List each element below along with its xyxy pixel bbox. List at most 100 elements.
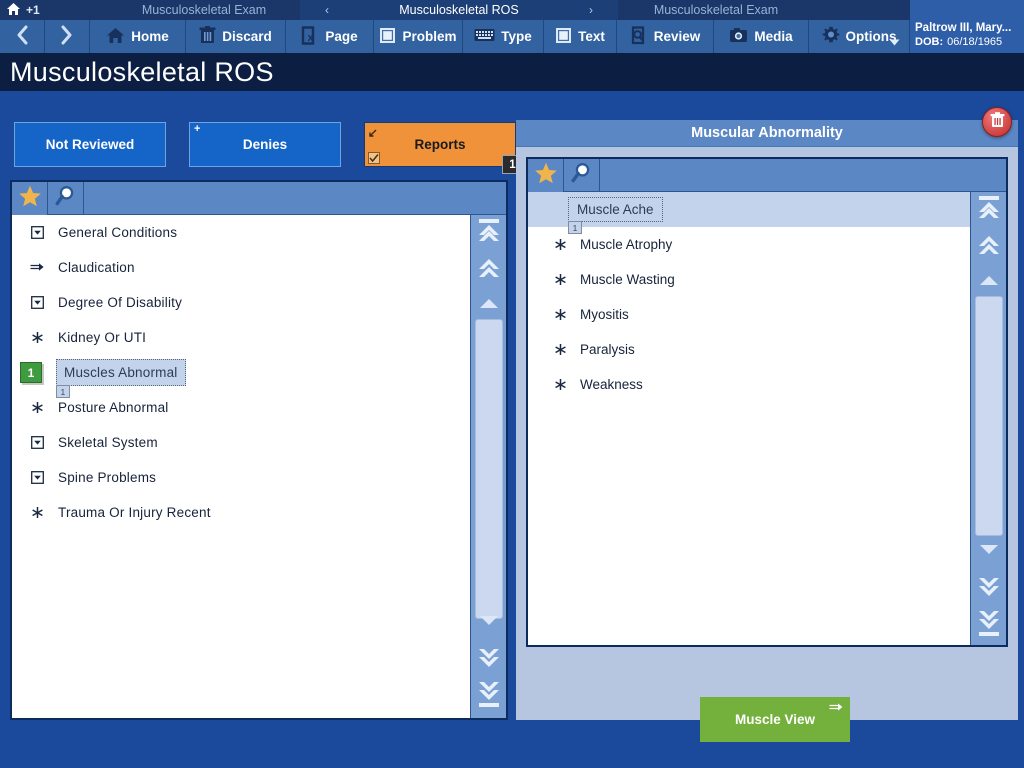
list-item[interactable]: Muscle Atrophy (528, 227, 970, 262)
list-item[interactable]: Muscle Wasting (528, 262, 970, 297)
scroll-page-down-button[interactable] (471, 644, 507, 670)
toolbar-label: Home (131, 29, 169, 44)
patient-dob-value: 06/18/1965 (947, 36, 1003, 48)
patient-dob-label: DOB: (915, 36, 944, 48)
favorites-star-button[interactable] (528, 159, 564, 192)
document-icon (555, 27, 572, 47)
search-button[interactable] (48, 182, 84, 215)
list-item[interactable]: Weakness (528, 367, 970, 402)
dropdown-box-icon (26, 296, 48, 309)
list-item[interactable]: Paralysis (528, 332, 970, 367)
list-item[interactable]: Spine Problems (12, 460, 470, 495)
favorites-star-icon (534, 162, 558, 190)
scroll-to-top-button[interactable] (471, 217, 507, 247)
application-window: +1 Musculoskeletal Exam ‹ Musculoskeleta… (0, 0, 1024, 768)
scroll-down-button[interactable] (471, 610, 507, 630)
home-breadcrumb[interactable]: +1 (0, 0, 108, 20)
scrollbar-thumb[interactable] (475, 319, 503, 619)
list-item[interactable]: Skeletal System (12, 425, 470, 460)
asterisk-icon (26, 331, 48, 344)
svg-text:x: x (308, 32, 315, 44)
trash-icon (199, 26, 216, 47)
patient-info-panel[interactable]: Paltrow III, Mary... DOB: 06/18/1965 (910, 20, 1024, 53)
breadcrumb-next-arrow[interactable]: › (564, 0, 618, 20)
list-item-label: Spine Problems (58, 470, 157, 485)
list-item-label: Myositis (580, 307, 629, 322)
left-list-body: General Conditions Claudication Degree O… (12, 215, 506, 718)
list-item[interactable]: Kidney Or UTI (12, 320, 470, 355)
list-item-label: General Conditions (58, 225, 178, 240)
chevron-down-icon[interactable] (889, 34, 900, 49)
chevron-right-icon (60, 25, 74, 48)
toolbar-label: Review (653, 29, 701, 44)
toolbar-button-problem[interactable]: Problem (374, 20, 463, 53)
scroll-page-up-button[interactable] (971, 234, 1007, 260)
tab-label: Reports (414, 137, 466, 152)
asterisk-icon (26, 401, 48, 414)
list-item[interactable]: Trauma Or Injury Recent (12, 495, 470, 530)
scroll-up-button[interactable] (971, 270, 1007, 290)
scrollbar-thumb[interactable] (975, 296, 1003, 536)
symptom-list: Muscle Ache 1 Muscle Atrophy Muscle Wast… (528, 192, 970, 645)
left-list-toolstrip (12, 182, 506, 215)
search-button[interactable] (564, 159, 600, 192)
tab-denies[interactable]: + Denies (189, 122, 341, 167)
scroll-page-down-button[interactable] (971, 573, 1007, 599)
scroll-to-bottom-button[interactable] (471, 680, 507, 710)
breadcrumb-bar: +1 Musculoskeletal Exam ‹ Musculoskeleta… (0, 0, 1024, 20)
list-item[interactable]: Claudication (12, 250, 470, 285)
trash-icon (990, 111, 1005, 133)
main-toolbar: Home Discard x Page Problem Type Text Re… (0, 20, 910, 53)
toolbar-button-media[interactable]: Media (714, 20, 809, 53)
status-tab-group: Not Reviewed + Denies Reports 1 (14, 122, 523, 174)
search-magnifier-icon (571, 162, 593, 189)
list-item-label: Degree Of Disability (58, 295, 183, 310)
scroll-to-bottom-button[interactable] (971, 609, 1007, 639)
checkbox-checked-icon[interactable] (368, 152, 380, 164)
list-item[interactable]: Degree Of Disability (12, 285, 470, 320)
toolbar-button-home[interactable]: Home (90, 20, 186, 53)
gear-icon (822, 26, 840, 47)
dropdown-box-icon (26, 436, 48, 449)
asterisk-icon (26, 506, 48, 519)
toolbar-button-options[interactable]: Options (809, 20, 910, 53)
left-scrollbar[interactable] (470, 215, 506, 718)
list-item-label: Muscle Atrophy (580, 237, 673, 252)
findings-list: General Conditions Claudication Degree O… (12, 215, 470, 718)
list-item[interactable]: General Conditions (12, 215, 470, 250)
list-item[interactable]: Myositis (528, 297, 970, 332)
detail-panel-inner: Muscle Ache 1 Muscle Atrophy Muscle Wast… (526, 157, 1008, 768)
favorites-star-button[interactable] (12, 182, 48, 215)
list-item-muscle-ache[interactable]: Muscle Ache 1 (528, 192, 970, 234)
item-sub-badge: 1 (568, 221, 582, 234)
tab-reports[interactable]: Reports 1 (364, 122, 523, 174)
delete-button[interactable] (982, 107, 1012, 137)
forward-button[interactable] (45, 20, 90, 53)
camera-icon (729, 27, 748, 46)
list-item-label: Kidney Or UTI (58, 330, 147, 345)
asterisk-icon (552, 238, 568, 251)
list-item-text: Muscle Ache (577, 202, 654, 217)
breadcrumb-next[interactable]: Musculoskeletal Exam (618, 0, 814, 20)
muscle-view-button[interactable]: Muscle View (700, 697, 850, 742)
scroll-to-top-button[interactable] (971, 194, 1007, 224)
toolbar-button-type[interactable]: Type (463, 20, 544, 53)
back-button[interactable] (0, 20, 45, 53)
toolbar-button-text[interactable]: Text (544, 20, 617, 53)
scroll-page-up-button[interactable] (471, 257, 507, 283)
toolbar-label: Type (501, 29, 532, 44)
toolbar-button-review[interactable]: Review (617, 20, 714, 53)
right-scrollbar[interactable] (970, 192, 1006, 645)
breadcrumb-prev-arrow[interactable]: ‹ (300, 0, 354, 20)
toolbar-button-discard[interactable]: Discard (186, 20, 286, 53)
asterisk-icon (552, 378, 568, 391)
double-arrow-icon (26, 262, 48, 273)
scroll-down-button[interactable] (971, 539, 1007, 559)
list-item-muscles-abnormal[interactable]: 1 Muscles Abnormal 1 (12, 355, 470, 398)
toolbar-button-page[interactable]: x Page (286, 20, 374, 53)
scroll-up-button[interactable] (471, 293, 507, 313)
patient-dob: DOB: 06/18/1965 (915, 35, 1024, 49)
breadcrumb-prev[interactable]: Musculoskeletal Exam (108, 0, 300, 20)
list-item[interactable]: Posture Abnormal (12, 390, 470, 425)
tab-not-reviewed[interactable]: Not Reviewed (14, 122, 166, 167)
